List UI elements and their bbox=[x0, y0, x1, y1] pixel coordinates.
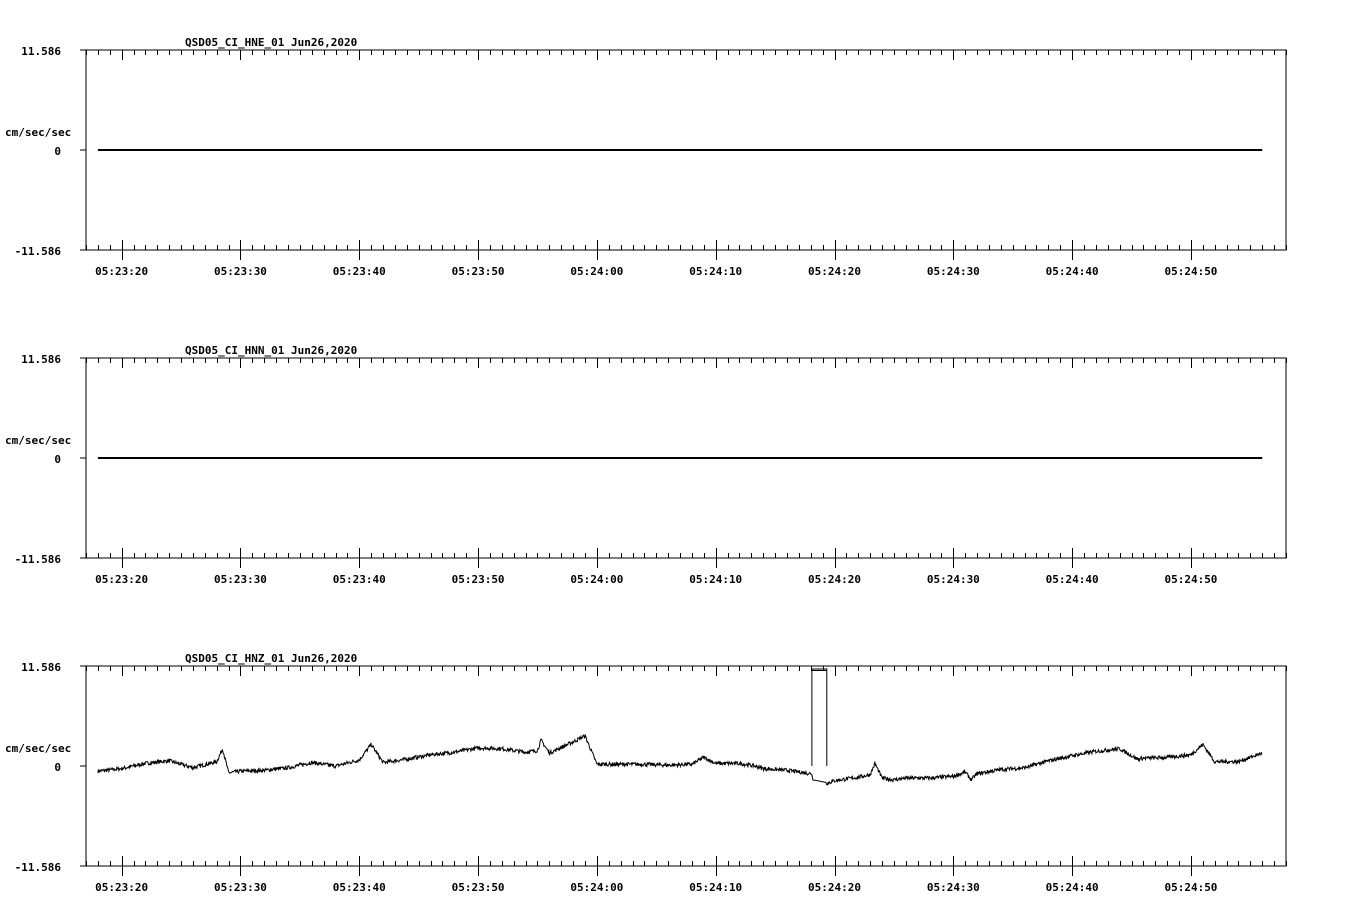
x-tick-label: 05:24:30 bbox=[927, 881, 980, 894]
x-tick-label: 05:24:30 bbox=[927, 573, 980, 586]
panel-3: QSD05_CI_HNZ_01 Jun26,2020 cm/sec/sec 11.5… bbox=[5, 652, 1287, 894]
x-tick-label: 05:24:20 bbox=[808, 265, 861, 278]
x-tick-label: 05:24:50 bbox=[1164, 265, 1217, 278]
y-tick-label: -11.586 bbox=[15, 861, 62, 874]
y-tick-label: -11.586 bbox=[15, 553, 62, 566]
x-tick-label: 05:24:20 bbox=[808, 881, 861, 894]
chart-title: QSD05_CI_HNZ_01 Jun26,2020 bbox=[185, 652, 357, 665]
x-tick-label: 05:23:20 bbox=[95, 265, 148, 278]
x-tick-label: 05:24:00 bbox=[570, 573, 623, 586]
clipped-segment bbox=[811, 668, 828, 766]
y-tick-label: 11.586 bbox=[21, 353, 61, 366]
panel-1: QSD05_CI_HNE_01 Jun26,2020 cm/sec/sec 11.5… bbox=[5, 36, 1287, 278]
x-tick-label: 05:23:50 bbox=[452, 573, 505, 586]
x-tick-label: 05:23:40 bbox=[333, 573, 386, 586]
x-tick-label: 05:23:30 bbox=[214, 573, 267, 586]
x-tick-label: 05:24:50 bbox=[1164, 573, 1217, 586]
chart-title: QSD05_CI_HNN_01 Jun26,2020 bbox=[185, 344, 357, 357]
seismogram-plots: QSD05_CI_HNE_01 Jun26,2020 cm/sec/sec 11.5… bbox=[5, 36, 1287, 894]
y-axis-label: cm/sec/sec bbox=[5, 126, 71, 139]
x-tick-label: 05:24:00 bbox=[570, 881, 623, 894]
series-line bbox=[97, 733, 1263, 786]
x-tick-label: 05:24:10 bbox=[689, 573, 742, 586]
y-tick-label: 0 bbox=[54, 145, 61, 158]
y-tick-label: 11.586 bbox=[21, 661, 61, 674]
y-tick-label: 0 bbox=[54, 761, 61, 774]
x-tick-label: 05:23:40 bbox=[333, 881, 386, 894]
y-tick-label: 0 bbox=[54, 453, 61, 466]
x-tick-label: 05:24:30 bbox=[927, 265, 980, 278]
x-tick-label: 05:24:40 bbox=[1046, 881, 1099, 894]
x-tick-label: 05:24:10 bbox=[689, 265, 742, 278]
x-tick-label: 05:24:40 bbox=[1046, 265, 1099, 278]
panel-2: QSD05_CI_HNN_01 Jun26,2020 cm/sec/sec 11.5… bbox=[5, 344, 1287, 586]
x-tick-label: 05:24:50 bbox=[1164, 881, 1217, 894]
y-axis-label: cm/sec/sec bbox=[5, 434, 71, 447]
x-tick-label: 05:24:40 bbox=[1046, 573, 1099, 586]
x-tick-label: 05:24:10 bbox=[689, 881, 742, 894]
chart-title: QSD05_CI_HNE_01 Jun26,2020 bbox=[185, 36, 357, 49]
x-tick-label: 05:23:30 bbox=[214, 265, 267, 278]
x-tick-label: 05:23:30 bbox=[214, 881, 267, 894]
x-tick-label: 05:23:20 bbox=[95, 573, 148, 586]
y-axis-label: cm/sec/sec bbox=[5, 742, 71, 755]
x-tick-label: 05:24:20 bbox=[808, 573, 861, 586]
x-tick-label: 05:24:00 bbox=[570, 265, 623, 278]
y-tick-label: -11.586 bbox=[15, 245, 62, 258]
y-tick-label: 11.586 bbox=[21, 45, 61, 58]
x-tick-label: 05:23:50 bbox=[452, 881, 505, 894]
x-tick-label: 05:23:20 bbox=[95, 881, 148, 894]
x-tick-label: 05:23:40 bbox=[333, 265, 386, 278]
x-tick-label: 05:23:50 bbox=[452, 265, 505, 278]
